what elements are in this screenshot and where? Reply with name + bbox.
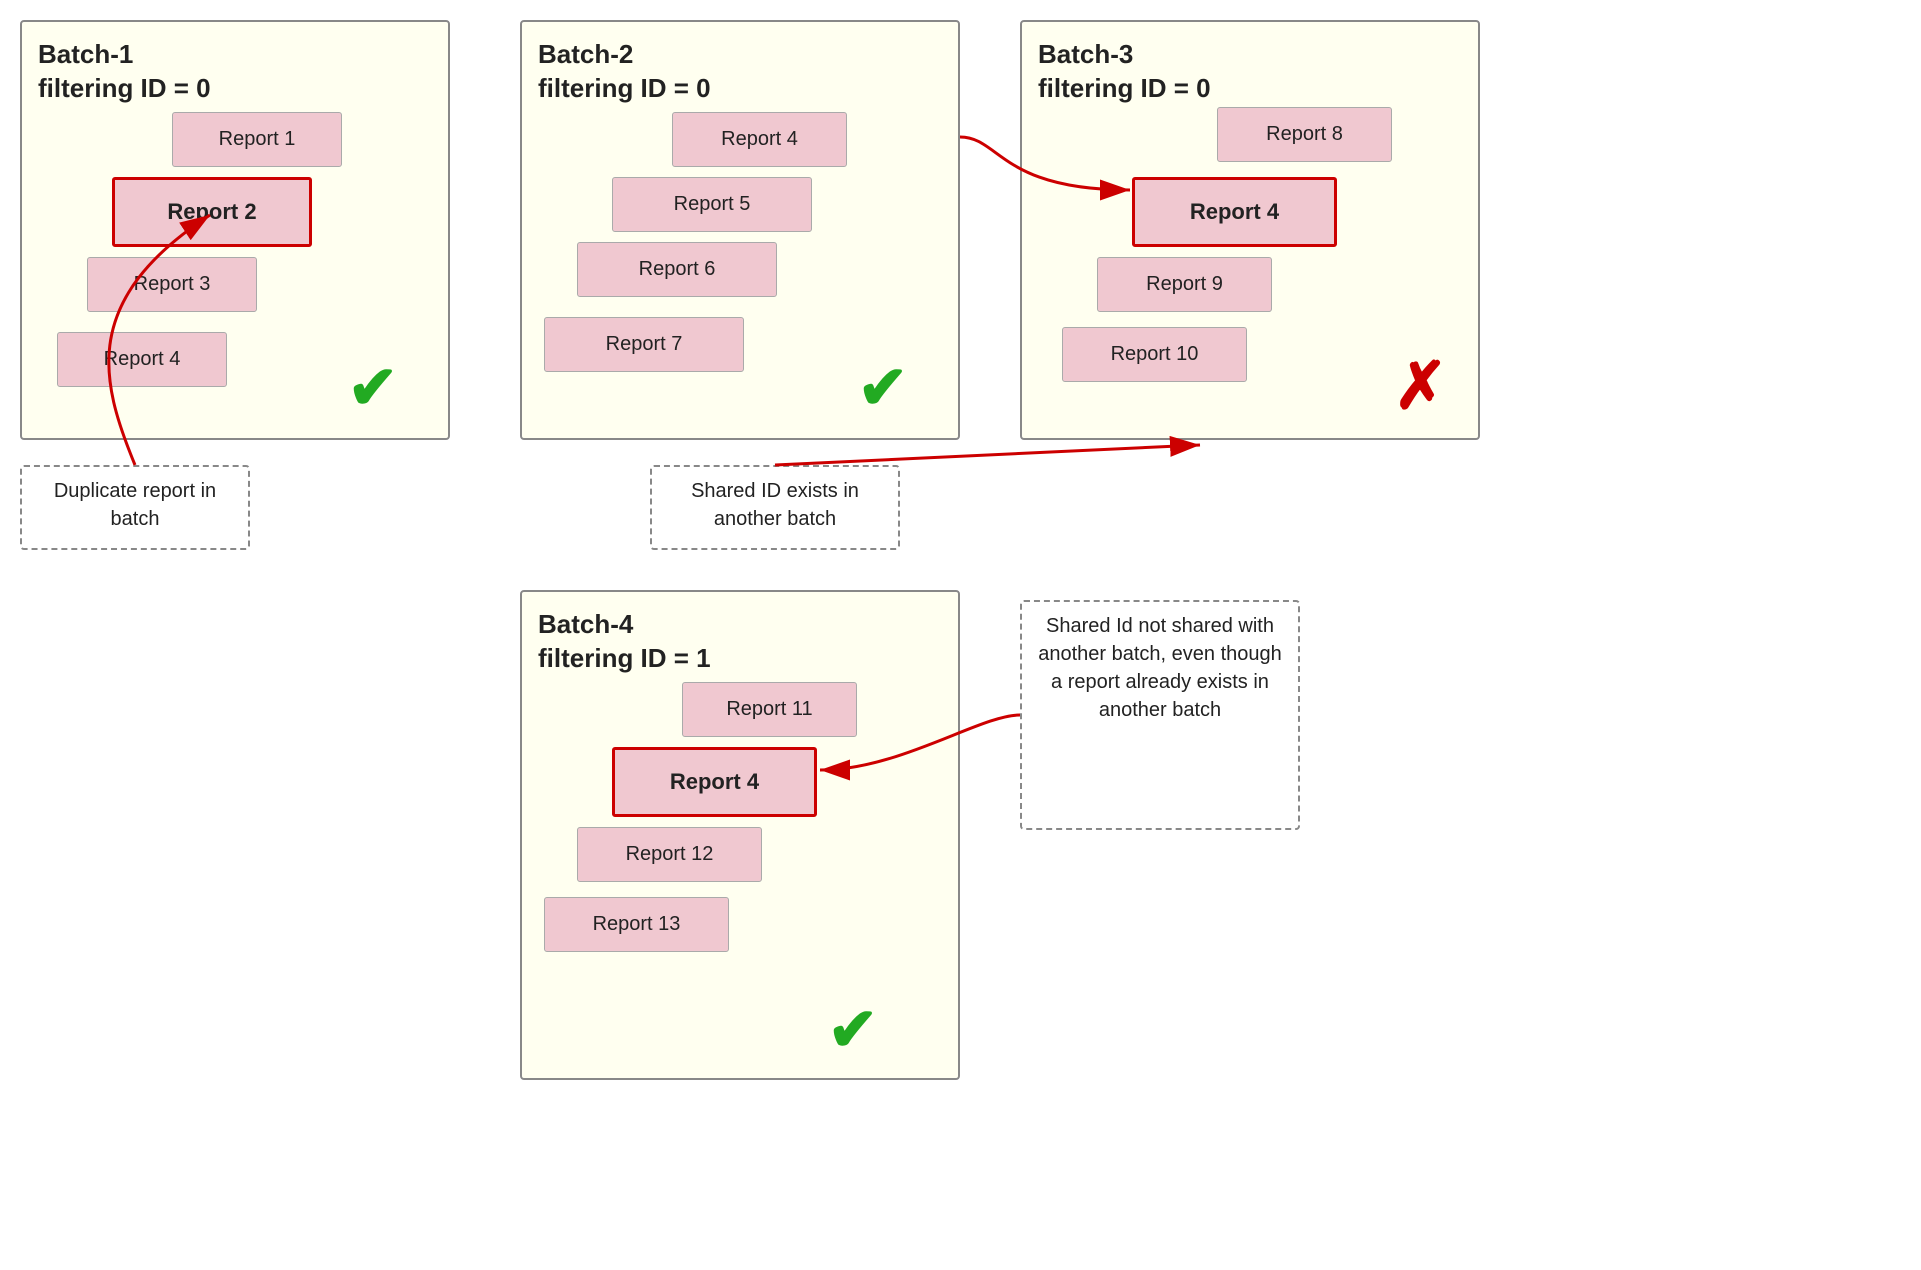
batch2-report5: Report 5 (612, 177, 812, 232)
batch3-xmark: ✗ (1394, 353, 1448, 418)
batch3-report9: Report 9 (1097, 257, 1272, 312)
batch2-box: Batch-2 filtering ID = 0 Report 4 Report… (520, 20, 960, 440)
batch4-report12: Report 12 (577, 827, 762, 882)
batch4-box: Batch-4 filtering ID = 1 Report 11 Repor… (520, 590, 960, 1080)
batch3-report4: Report 4 (1132, 177, 1337, 247)
batch4-report11: Report 11 (682, 682, 857, 737)
batch4-report4: Report 4 (612, 747, 817, 817)
batch2-report6: Report 6 (577, 242, 777, 297)
annotation-shared-not: Shared Id not shared with another batch,… (1020, 600, 1300, 830)
diagram-container: Batch-1 filtering ID = 0 Report 1 Report… (0, 0, 1921, 1270)
batch4-title: Batch-4 filtering ID = 1 (538, 608, 942, 676)
batch3-report8: Report 8 (1217, 107, 1392, 162)
batch1-report2: Report 2 (112, 177, 312, 247)
batch3-title: Batch-3 filtering ID = 0 (1038, 38, 1462, 106)
batch1-title: Batch-1 filtering ID = 0 (38, 38, 432, 106)
annotation-shared-another-text: Shared ID exists in another batch (691, 480, 859, 530)
batch1-check: ✔ (348, 358, 398, 418)
batch1-box: Batch-1 filtering ID = 0 Report 1 Report… (20, 20, 450, 440)
batch2-report7: Report 7 (544, 317, 744, 372)
annotation-duplicate-text: Duplicate report in batch (54, 480, 216, 530)
batch2-title: Batch-2 filtering ID = 0 (538, 38, 942, 106)
batch3-report10: Report 10 (1062, 327, 1247, 382)
batch4-check: ✔ (828, 1000, 878, 1060)
batch1-report3: Report 3 (87, 257, 257, 312)
annotation-duplicate: Duplicate report in batch (20, 465, 250, 550)
arrow-shared-annotation (775, 445, 1200, 465)
batch4-report13: Report 13 (544, 897, 729, 952)
batch2-check: ✔ (858, 358, 908, 418)
annotation-shared-not-text: Shared Id not shared with another batch,… (1038, 615, 1282, 721)
batch1-report4: Report 4 (57, 332, 227, 387)
batch1-report1: Report 1 (172, 112, 342, 167)
batch3-box: Batch-3 filtering ID = 0 Report 8 Report… (1020, 20, 1480, 440)
batch2-report4: Report 4 (672, 112, 847, 167)
annotation-shared-another: Shared ID exists in another batch (650, 465, 900, 550)
